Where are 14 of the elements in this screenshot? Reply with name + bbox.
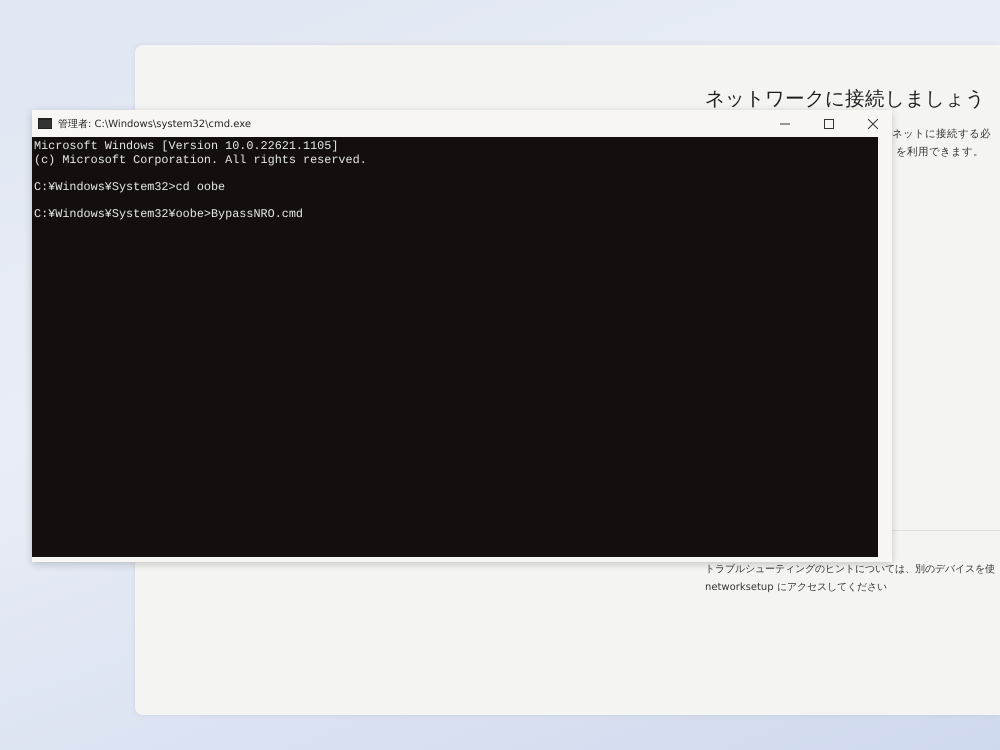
maximize-icon xyxy=(824,118,834,128)
hint-text: トラブルシューティングのヒントについては、別のデバイスを使 xyxy=(705,562,995,576)
hint-text: networksetup にアクセスしてください xyxy=(705,581,888,594)
description-text: ネットに接続する必 xyxy=(892,127,991,141)
console-icon xyxy=(38,118,52,129)
console-line: C:¥Windows¥System32>cd oobe xyxy=(34,180,226,194)
console-line: (c) Microsoft Corporation. All rights reserved. xyxy=(34,153,368,167)
close-icon xyxy=(868,118,878,128)
description-text: を利用できます。 xyxy=(896,145,985,159)
page-title: ネットワークに接続しましょう xyxy=(705,86,985,112)
console-line: C:¥Windows¥System32¥oobe>BypassNRO.cmd xyxy=(34,207,304,221)
console-line: Microsoft Windows [Version 10.0.22621.1105] xyxy=(34,139,340,153)
console-area[interactable]: Microsoft Windows [Version 10.0.22621.1105] (c) Microsoft Corporation. All rights reserved. C:¥Windows¥System32>cd oobe C:¥Windows¥System32¥oobe>BypassNRO.cmd xyxy=(32,137,878,557)
window-title: 管理者: C:\Windows\system32\cmd.exe xyxy=(58,118,252,130)
